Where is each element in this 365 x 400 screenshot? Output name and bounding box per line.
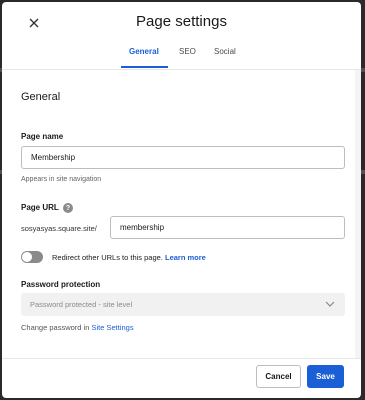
scrollbar[interactable] (355, 70, 361, 358)
active-tab-indicator (121, 66, 168, 68)
site-settings-link[interactable]: Site Settings (91, 323, 133, 332)
page-name-label: Page name (21, 132, 64, 141)
cancel-button[interactable]: Cancel (256, 365, 301, 388)
help-icon[interactable]: ? (63, 203, 73, 213)
password-protection-select[interactable]: Password protected - site level (21, 293, 345, 316)
learn-more-link[interactable]: Learn more (165, 253, 206, 262)
chevron-down-icon (325, 301, 335, 307)
redirect-text: Redirect other URLs to this page. Learn … (52, 253, 206, 262)
page-name-input[interactable] (21, 146, 345, 169)
footer-divider (2, 358, 361, 359)
tab-seo[interactable]: SEO (179, 47, 196, 70)
general-settings-panel: General Page name Appears in site naviga… (2, 70, 355, 358)
password-protection-value: Password protected - site level (30, 300, 133, 309)
page-settings-modal: Page settings General SEO Social General… (2, 2, 361, 398)
tab-social[interactable]: Social (214, 47, 236, 70)
redirect-toggle[interactable] (21, 251, 43, 263)
page-name-hint: Appears in site navigation (21, 176, 102, 183)
page-url-input[interactable] (110, 216, 345, 239)
change-password-text: Change password in Site Settings (21, 323, 134, 332)
change-password-label: Change password in (21, 323, 90, 332)
section-title: General (21, 91, 61, 103)
redirect-label: Redirect other URLs to this page. (52, 253, 163, 262)
modal-title: Page settings (136, 13, 227, 30)
settings-tabs: General SEO Social (2, 47, 361, 70)
modal-header: Page settings General SEO Social (2, 2, 361, 70)
toggle-knob (22, 252, 32, 262)
page-url-label: Page URL (21, 203, 59, 212)
save-button[interactable]: Save (307, 365, 344, 388)
password-protection-label: Password protection (21, 280, 101, 289)
page-url-prefix: sosyasyas.square.site/ (21, 224, 97, 233)
